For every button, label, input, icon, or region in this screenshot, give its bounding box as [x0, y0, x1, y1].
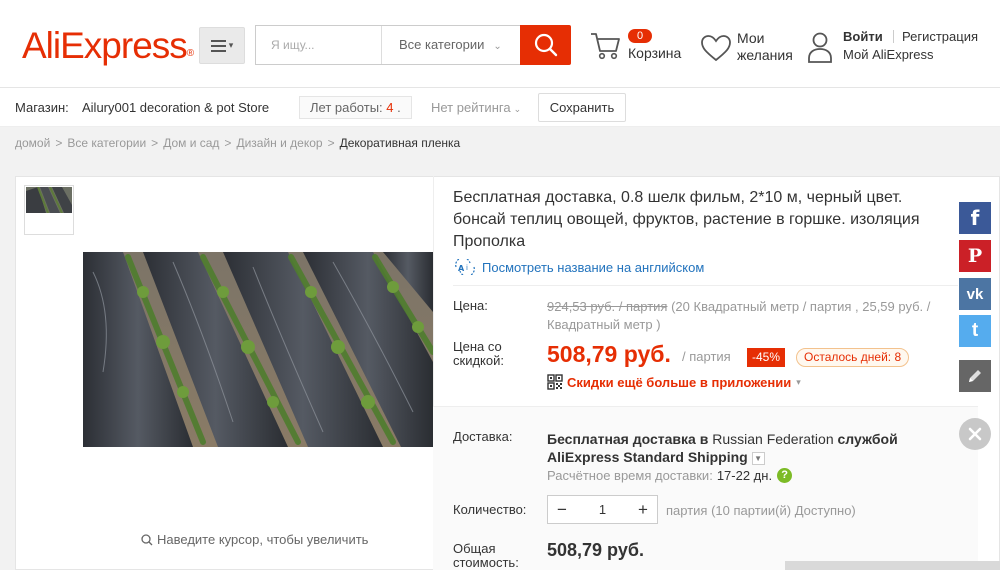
sale-price-label: Цена со скидкой:: [453, 339, 504, 368]
quantity-increase-button[interactable]: +: [629, 496, 657, 523]
facebook-share-button[interactable]: f: [959, 202, 991, 234]
breadcrumb-home[interactable]: домой: [15, 136, 50, 150]
quantity-decrease-button[interactable]: −: [548, 496, 576, 523]
svg-text:i: i: [466, 264, 468, 272]
magnifier-icon: [141, 533, 153, 545]
quantity-input[interactable]: [576, 496, 629, 523]
register-link[interactable]: Регистрация: [902, 29, 978, 44]
divider: [453, 285, 958, 286]
price-unit: / партия: [682, 349, 731, 364]
breadcrumb-home-garden[interactable]: Дом и сад: [163, 136, 219, 150]
svg-text:A: A: [458, 264, 465, 273]
breadcrumb-all-categories[interactable]: Все категории: [67, 136, 146, 150]
sale-price: 508,79 руб.: [547, 341, 671, 367]
discount-badge: -45%: [747, 348, 786, 367]
menu-icon: [210, 39, 226, 52]
cart-label: Корзина: [628, 45, 682, 61]
vk-share-button[interactable]: vk: [959, 278, 991, 310]
chevron-down-icon: ▾: [796, 376, 801, 387]
edit-button[interactable]: [959, 360, 991, 392]
quantity-availability: партия (10 партии(й) Доступно): [666, 503, 856, 518]
store-years-badge: Лет работы: 4 .: [299, 96, 412, 119]
shipping-method[interactable]: Бесплатная доставка в Russian Federation…: [547, 430, 957, 466]
search-box: Все категории⌄: [255, 25, 521, 65]
chevron-down-icon[interactable]: ▼: [751, 451, 765, 465]
help-icon[interactable]: ?: [777, 468, 793, 483]
search-category-select[interactable]: Все категории ⌄: [383, 26, 522, 64]
days-left-badge: Осталось дней: 8: [796, 348, 910, 367]
original-price: 924,53 руб. / партия (20 Квадратный метр…: [547, 299, 931, 332]
store-rating-dropdown[interactable]: Нет рейтинга ⌄: [431, 100, 521, 115]
aliexpress-logo[interactable]: AliExpress®: [22, 24, 194, 68]
cart-link[interactable]: 0 Корзина: [590, 29, 685, 69]
translate-icon: Ai: [455, 259, 475, 275]
product-gallery: Наведите курсор, чтобы увеличить: [15, 176, 434, 570]
pinterest-share-button[interactable]: P: [959, 240, 991, 272]
search-input[interactable]: [256, 26, 382, 64]
quantity-stepper: − +: [547, 495, 658, 524]
user-icon: [808, 32, 832, 63]
facebook-icon: f: [970, 206, 980, 230]
search-button[interactable]: [520, 25, 571, 65]
translate-title-link[interactable]: Ai Посмотреть название на английском: [453, 259, 704, 275]
breadcrumb-design-decor[interactable]: Дизайн и декор: [236, 136, 322, 150]
product-photo: [83, 252, 433, 447]
store-bar: Магазин: Ailury001 decoration & pot Stor…: [0, 88, 1000, 127]
product-title: Бесплатная доставка, 0.8 шелк фильм, 2*1…: [453, 189, 920, 250]
close-button[interactable]: [959, 418, 991, 450]
category-menu-button[interactable]: ▾: [199, 27, 245, 64]
quantity-label: Количество:: [453, 502, 527, 517]
shipping-label: Доставка:: [453, 429, 513, 444]
zoom-hint: Наведите курсор, чтобы увеличить: [141, 532, 368, 547]
cart-icon: [591, 33, 620, 60]
divider: [893, 30, 894, 43]
twitter-share-button[interactable]: t: [959, 315, 991, 347]
product-main-image[interactable]: [83, 252, 433, 447]
chevron-down-icon: ⌄: [513, 104, 522, 114]
wishlist-link[interactable]: Мои желания: [700, 29, 795, 69]
product-details: Бесплатная доставка, 0.8 шелк фильм, 2*1…: [433, 176, 978, 570]
qr-code-icon: [547, 374, 563, 390]
twitter-icon: t: [971, 320, 979, 341]
pencil-icon: [969, 370, 981, 382]
site-header: AliExpress® ▾ Все категории⌄ 0 Корзина М…: [0, 0, 1000, 88]
chevron-down-icon: ⌄: [493, 41, 502, 52]
search-icon: [534, 33, 557, 57]
chevron-down-icon: ▾: [228, 40, 234, 50]
breadcrumb-current: Декоративная пленка: [339, 136, 461, 150]
vk-icon: vk: [966, 285, 984, 303]
total-label: Общая стоимость:: [453, 541, 519, 570]
delivery-time: Расчётное время доставки: 17-22 дн.?: [547, 468, 793, 483]
bottom-bar: [785, 561, 1000, 570]
wishlist-label: Мои желания: [737, 30, 793, 63]
heart-icon: [701, 35, 731, 62]
total-price: 508,79 руб.: [547, 540, 644, 560]
pinterest-icon: P: [967, 245, 983, 267]
product-thumbnail[interactable]: [24, 185, 74, 235]
app-discount-link[interactable]: Скидки ещё больше в приложении ▾: [547, 374, 801, 390]
login-link[interactable]: Войти: [843, 29, 883, 44]
price-label: Цена:: [453, 298, 488, 313]
store-name-link[interactable]: Ailury001 decoration & pot Store: [82, 100, 269, 115]
breadcrumb: домой > Все категории > Дом и сад > Дизайн и д…: [15, 136, 461, 150]
cart-count-badge: 0: [628, 29, 652, 43]
save-store-button[interactable]: Сохранить: [538, 93, 626, 122]
close-icon: [968, 427, 982, 441]
store-label: Магазин:: [15, 100, 69, 115]
my-aliexpress-link[interactable]: Мой AliExpress: [843, 47, 934, 62]
thumbnail-image: [26, 186, 72, 214]
account-area: Войти Регистрация Мой AliExpress: [807, 29, 997, 69]
